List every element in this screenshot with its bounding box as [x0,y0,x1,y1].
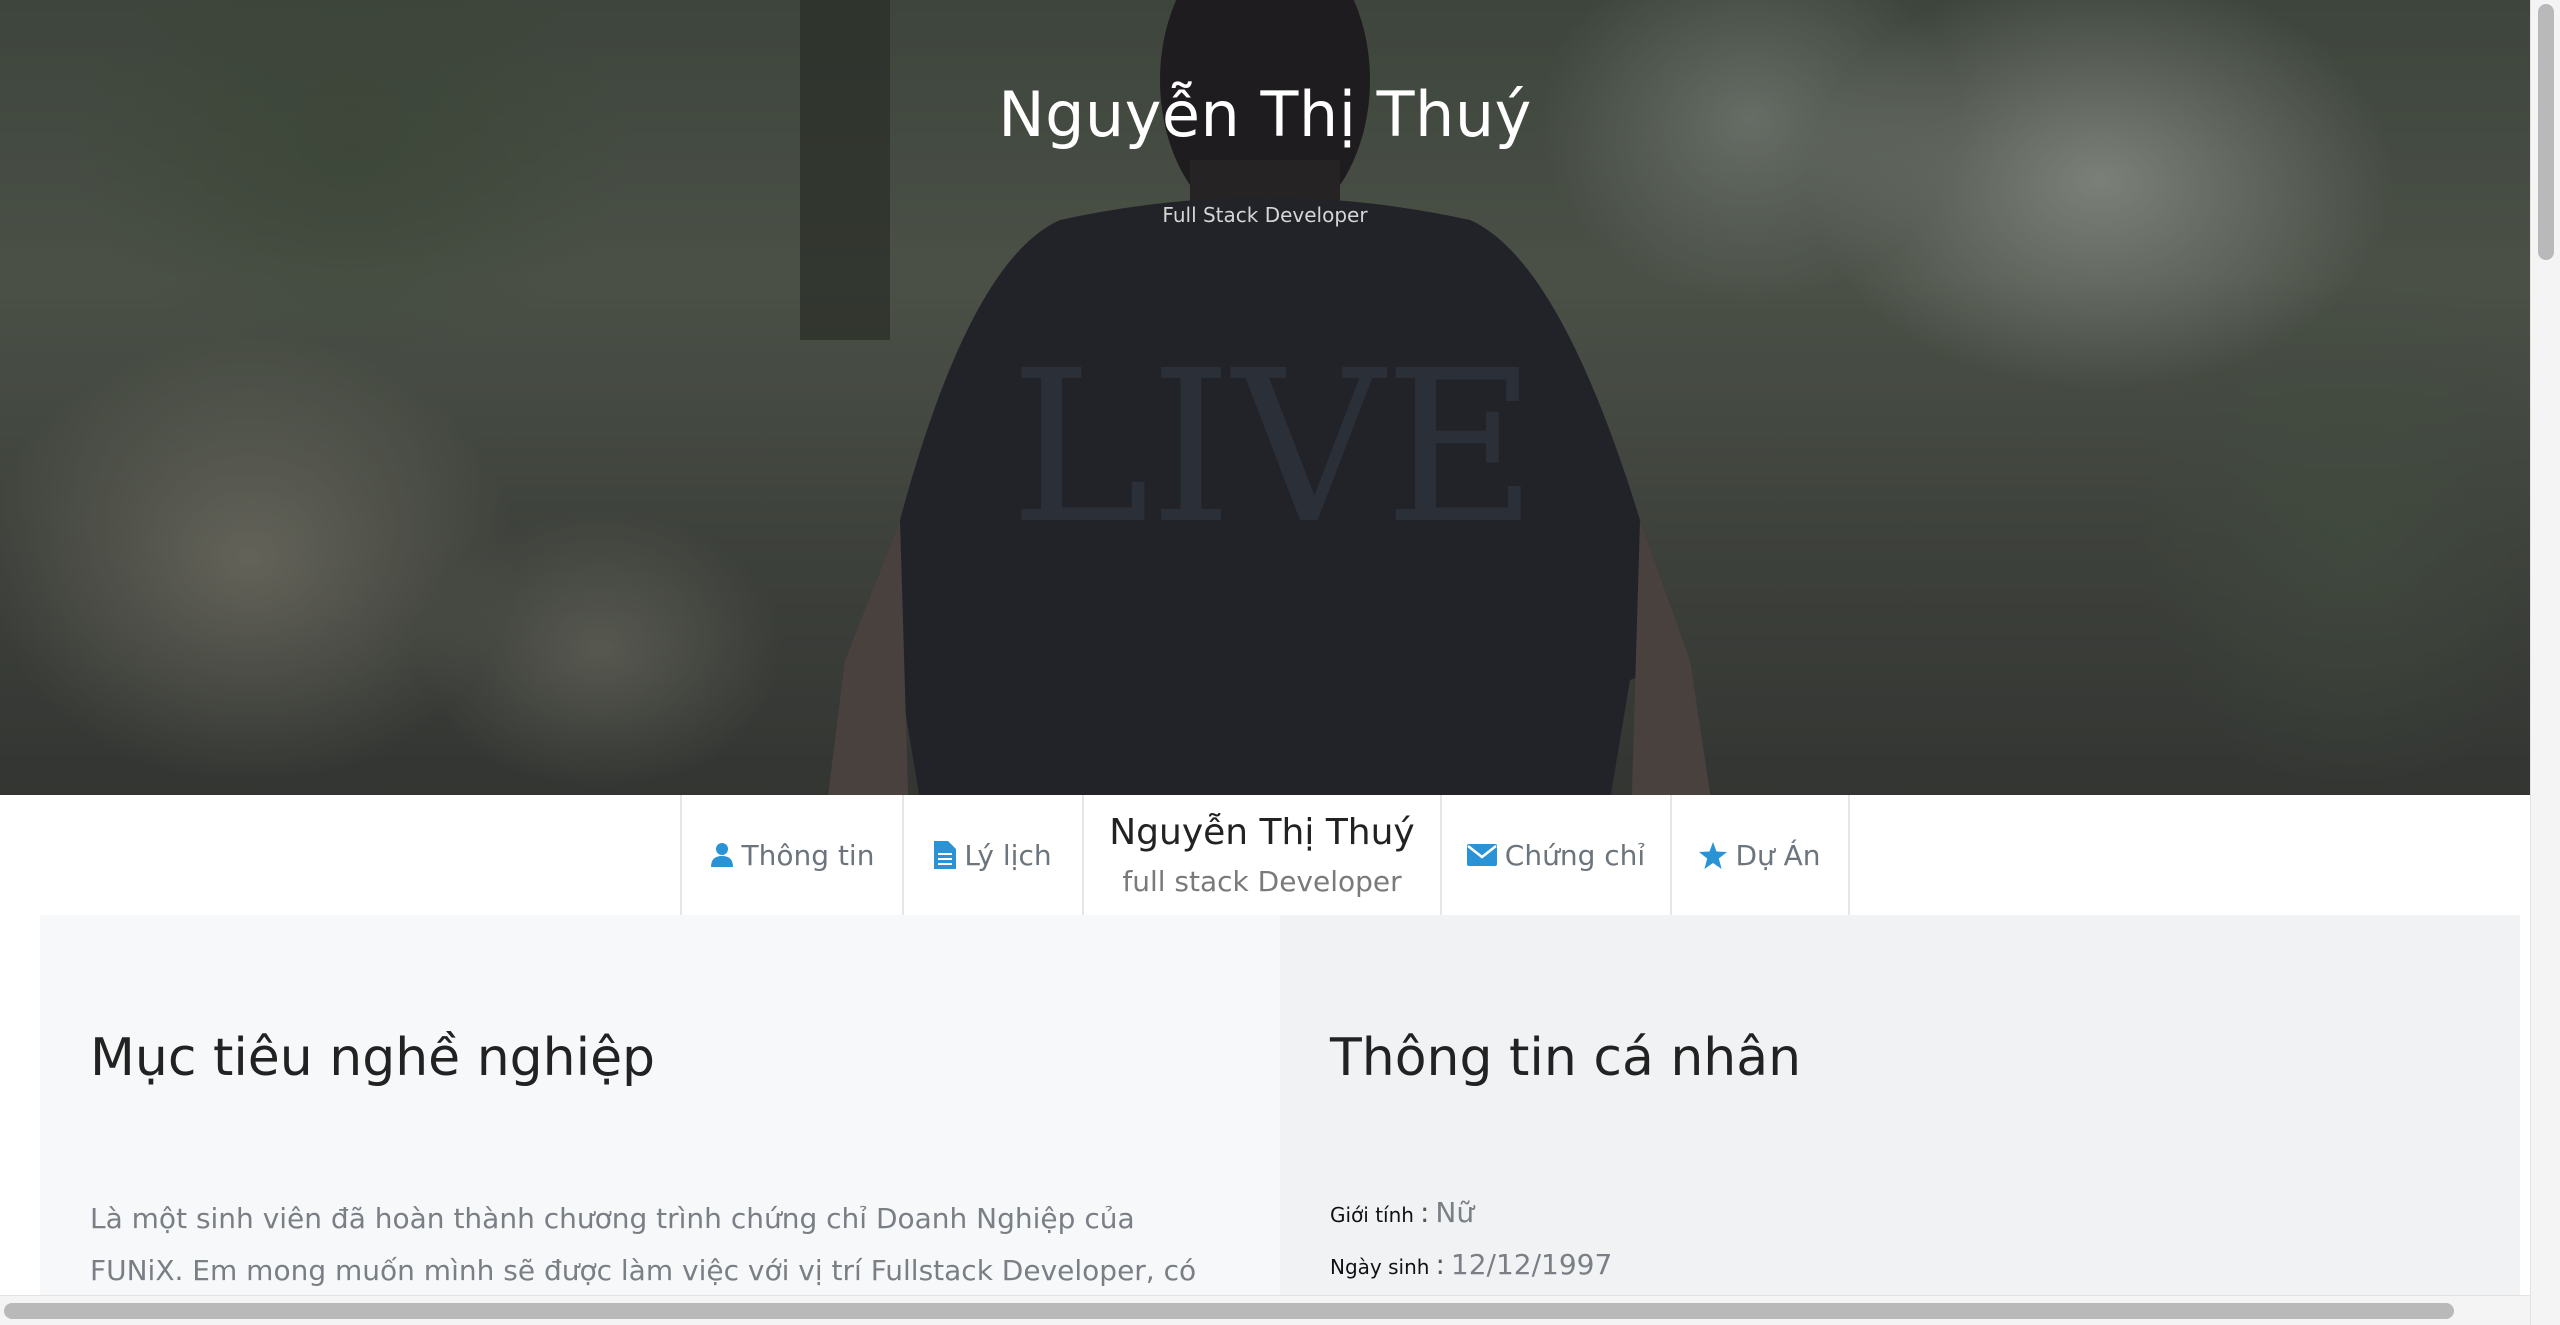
vertical-scrollbar[interactable] [2530,0,2560,1325]
personal-info-section: Thông tin cá nhân Giới tính : Nữ Ngày si… [1280,915,2520,1295]
nav-item-chung-chi[interactable]: Chứng chỉ [1440,795,1670,915]
hero-name: Nguyễn Thị Thuý [998,78,1532,151]
info-separator: : [1435,1248,1445,1281]
info-value-gender: Nữ [1435,1196,1475,1229]
document-icon [934,841,957,869]
user-icon [710,842,734,868]
horizontal-scrollbar-thumb[interactable] [4,1303,2454,1319]
nav-brand-role: full stack Developer [1122,865,1402,898]
nav-label-ly-lich: Lý lịch [964,838,1052,872]
nav-label-chung-chi: Chứng chỉ [1504,838,1646,872]
nav-label-du-an: Dự Án [1735,838,1821,872]
info-row-gender: Giới tính : Nữ [1330,1196,2470,1248]
personal-info-title: Thông tin cá nhân [1330,1028,1802,1088]
nav-item-ly-lich[interactable]: Lý lịch [902,795,1082,915]
main-nav: Thông tin Lý lịch Nguyễn Thị Thuý full s… [680,795,1850,915]
nav-brand-name: Nguyễn Thị Thuý [1109,812,1415,853]
personal-info-list: Giới tính : Nữ Ngày sinh : 12/12/1997 [1330,1196,2470,1300]
career-objective-title: Mục tiêu nghề nghiệp [90,1028,656,1088]
info-value-birthdate: 12/12/1997 [1450,1248,1613,1281]
star-icon [1699,841,1728,869]
info-separator: : [1419,1196,1430,1229]
envelope-icon [1466,844,1497,866]
info-label-birthdate: Ngày sinh [1330,1255,1430,1279]
vertical-scrollbar-thumb[interactable] [2538,4,2554,260]
hero-banner: LIVE Nguyễn Thị Thuý Full Stack Develope… [0,0,2530,795]
info-label-gender: Giới tính [1330,1203,1414,1227]
main-content: Mục tiêu nghề nghiệp Là một sinh viên đã… [40,915,2520,1325]
info-row-birthdate: Ngày sinh : 12/12/1997 [1330,1248,2470,1300]
nav-label-thong-tin: Thông tin [741,838,875,872]
nav-item-thong-tin[interactable]: Thông tin [680,795,902,915]
horizontal-scrollbar[interactable] [0,1295,2530,1325]
career-objective-section: Mục tiêu nghề nghiệp Là một sinh viên đã… [40,915,1280,1325]
nav-brand[interactable]: Nguyễn Thị Thuý full stack Developer [1082,795,1440,915]
hero-role: Full Stack Developer [1162,203,1368,227]
nav-item-du-an[interactable]: Dự Án [1670,795,1850,915]
